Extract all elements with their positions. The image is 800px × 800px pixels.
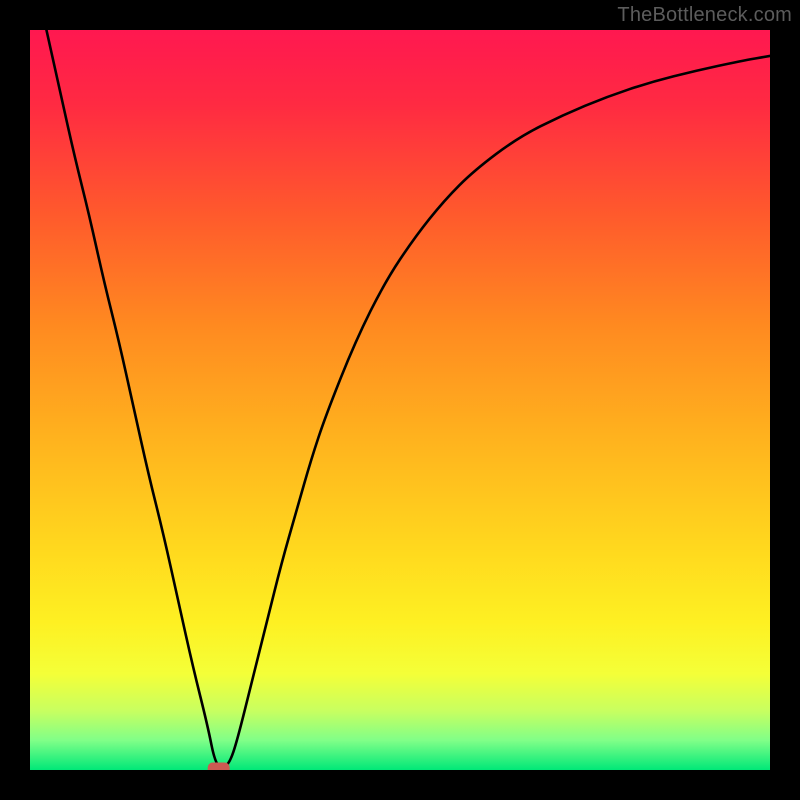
minimum-marker bbox=[208, 763, 230, 770]
gradient-background bbox=[30, 30, 770, 770]
chart-frame: TheBottleneck.com bbox=[0, 0, 800, 800]
plot-area bbox=[30, 30, 770, 770]
chart-svg bbox=[30, 30, 770, 770]
watermark-text: TheBottleneck.com bbox=[617, 4, 792, 27]
